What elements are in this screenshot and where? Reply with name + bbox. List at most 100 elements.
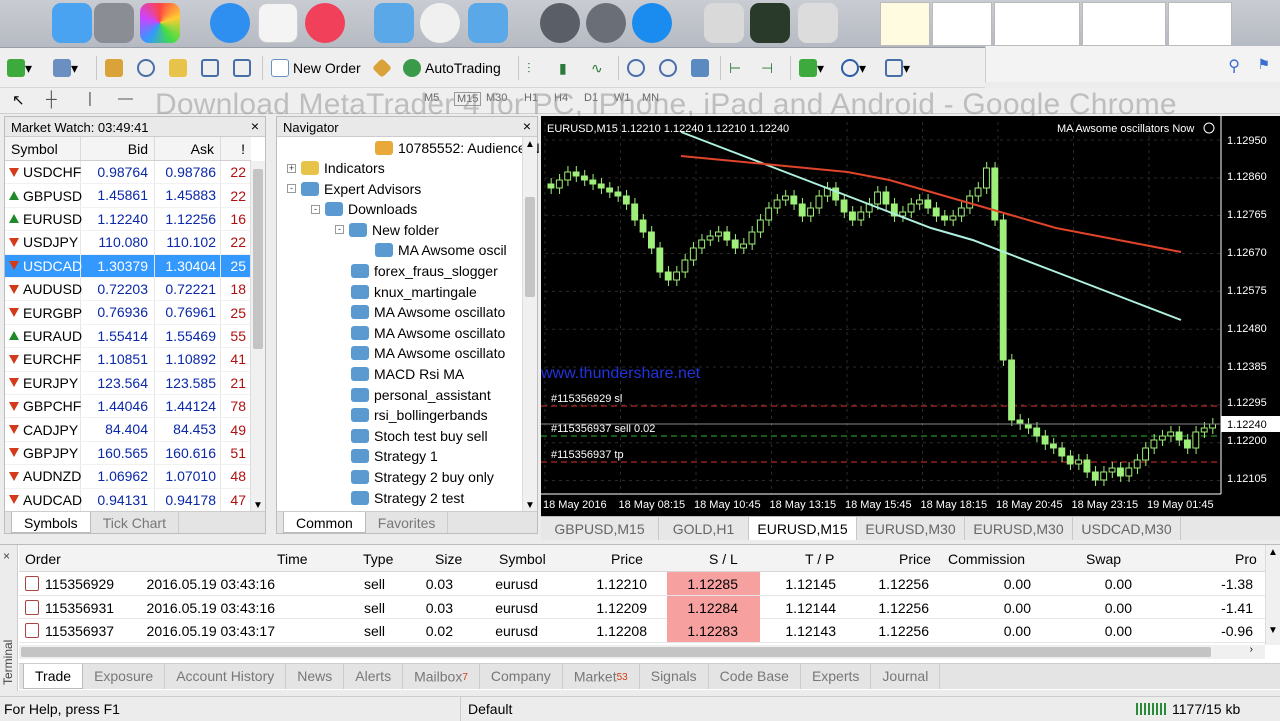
col-order[interactable]: Order <box>25 551 61 567</box>
terminal-tab-market[interactable]: Market53 <box>563 664 640 689</box>
terminal-button[interactable] <box>200 57 224 79</box>
navigator-item[interactable]: personal_assistant <box>335 385 491 405</box>
terminal-tab-account-history[interactable]: Account History <box>165 664 287 689</box>
indicators-button[interactable]: ▾ <box>798 57 832 79</box>
collapse-icon[interactable]: - <box>311 204 320 214</box>
thumbnail[interactable] <box>880 2 930 46</box>
data-window-button[interactable] <box>136 57 160 79</box>
col-current-price[interactable]: Price <box>899 551 931 567</box>
autotrading-button[interactable]: AutoTrading <box>402 57 512 79</box>
market-watch-button[interactable] <box>104 57 128 79</box>
bar-chart-button[interactable]: ⫶ <box>526 57 550 79</box>
navigator-item[interactable]: rsi_bollingerbands <box>335 405 488 425</box>
col-price[interactable]: Price <box>611 551 643 567</box>
zoom-out-icon[interactable] <box>658 57 682 79</box>
col-symbol[interactable]: Symbol <box>5 137 81 160</box>
tile-windows-button[interactable] <box>690 57 714 79</box>
chart-canvas[interactable]: #115356929 sl #115356937 sell 0.02 #115356… <box>540 116 1280 516</box>
chart-tab[interactable]: GOLD,H1 <box>659 517 749 540</box>
terminal-hscroll[interactable]: › <box>19 644 1265 659</box>
price-chart[interactable]: #115356929 sl #115356937 sell 0.02 #115356… <box>540 116 1280 516</box>
navigator-item[interactable]: MACD Rsi MA <box>335 364 464 384</box>
new-order-button[interactable]: New Order <box>270 57 370 79</box>
navigator-scrollbar[interactable]: ▲ ▼ <box>522 137 537 513</box>
market-row-eurusd[interactable]: EURUSD 1.12240 1.12256 16 <box>5 207 251 232</box>
terminal-tab-experts[interactable]: Experts <box>801 664 872 689</box>
vertical-line-icon[interactable]: | <box>88 90 92 107</box>
chart-tab[interactable]: EURUSD,M15 <box>749 517 857 540</box>
market-row-eurjpy[interactable]: EURJPY 123.564 123.585 21 <box>5 371 251 395</box>
tab-tick-chart[interactable]: Tick Chart <box>91 512 179 533</box>
market-row-eurgbp[interactable]: EURGBP 0.76936 0.76961 25 <box>5 301 251 325</box>
tab-common[interactable]: Common <box>283 512 366 533</box>
navigator-item[interactable]: MA Awsome oscil <box>359 240 507 260</box>
navigator-item[interactable]: knux_martingale <box>335 282 477 302</box>
zoom-in-icon[interactable] <box>626 57 650 79</box>
photos-icon[interactable] <box>140 3 180 43</box>
bookmark-icon[interactable]: ⚑ <box>1257 56 1270 73</box>
trash-icon[interactable] <box>798 3 838 43</box>
market-row-cadjpy[interactable]: CADJPY 84.404 84.453 49 <box>5 418 251 442</box>
terminal-tab-journal[interactable]: Journal <box>871 664 941 689</box>
market-watch-scrollbar[interactable]: ▼ <box>250 161 265 513</box>
terminal-tab-exposure[interactable]: Exposure <box>83 664 166 689</box>
autoscroll-button[interactable]: ⊣ <box>760 57 784 79</box>
preview-icon[interactable] <box>704 3 744 43</box>
profiles-button[interactable]: ▾ <box>52 57 90 79</box>
periods-button[interactable]: ▾ <box>840 57 874 79</box>
folder-icon[interactable] <box>374 3 414 43</box>
col-sl[interactable]: S / L <box>709 551 738 567</box>
col-symbol[interactable]: Symbol <box>499 551 546 567</box>
crossover-icon[interactable] <box>420 3 460 43</box>
textedit-icon[interactable] <box>258 3 298 43</box>
order-row[interactable]: 115356931 2016.05.19 03:43:16 sell 0.03 euru… <box>19 595 1265 619</box>
col-commission[interactable]: Commission <box>948 551 1025 567</box>
collapse-icon[interactable]: - <box>335 225 344 235</box>
navigator-item[interactable]: 10785552: Audience N <box>359 138 540 158</box>
market-row-gbpusd[interactable]: GBPUSD 1.45861 1.45883 22 <box>5 184 251 208</box>
terminal-tab-company[interactable]: Company <box>480 664 563 689</box>
search-icon[interactable]: ⚲ <box>1228 56 1240 76</box>
terminal-tab-signals[interactable]: Signals <box>640 664 709 689</box>
navigator-item[interactable]: - Downloads <box>311 199 417 219</box>
col-ask[interactable]: Ask <box>155 137 221 160</box>
metatrader-icon[interactable] <box>750 3 790 43</box>
col-swap[interactable]: Swap <box>1086 551 1121 567</box>
chart-shift-button[interactable]: ⊢ <box>728 57 752 79</box>
close-icon[interactable]: × <box>251 118 259 134</box>
col-size[interactable]: Size <box>435 551 462 567</box>
tab-symbols[interactable]: Symbols <box>11 512 91 533</box>
market-row-audnzd[interactable]: AUDNZD 1.06962 1.07010 48 <box>5 465 251 489</box>
col-tp[interactable]: T / P <box>805 551 834 567</box>
terminal-tab-mailbox[interactable]: Mailbox7 <box>403 664 480 689</box>
navigator-item[interactable]: Strategy 2 buy only <box>335 467 494 487</box>
navigator-item[interactable]: Strategy 2 test <box>335 488 464 508</box>
navigator-item[interactable]: forex_fraus_slogger <box>335 261 498 281</box>
order-row[interactable]: 115356937 2016.05.19 03:43:17 sell 0.02 euru… <box>19 619 1265 643</box>
finder-icon[interactable] <box>52 3 92 43</box>
col-type[interactable]: Type <box>363 551 393 567</box>
market-row-eurchf[interactable]: EURCHF 1.10851 1.10892 41 <box>5 348 251 372</box>
col-bid[interactable]: Bid <box>81 137 155 160</box>
metaeditor-button[interactable] <box>372 57 396 79</box>
music-icon[interactable] <box>305 3 345 43</box>
strategy-tester-button[interactable] <box>232 57 256 79</box>
thumbnail[interactable] <box>932 2 992 46</box>
chart-tab[interactable]: EURUSD,M30 <box>965 517 1073 540</box>
col-profit[interactable]: Pro <box>1235 551 1257 567</box>
expand-icon[interactable]: + <box>287 163 296 173</box>
navigator-item[interactable]: MA Awsome oscillato <box>335 323 505 343</box>
market-row-audusd[interactable]: AUDUSD 0.72203 0.72221 18 <box>5 278 251 302</box>
market-row-usdjpy[interactable]: USDJPY 110.080 110.102 22 <box>5 231 251 255</box>
terminal-tab-code-base[interactable]: Code Base <box>709 664 801 689</box>
market-row-euraud[interactable]: EURAUD 1.55414 1.55469 55 <box>5 324 251 349</box>
col-time[interactable]: Time <box>277 551 308 567</box>
close-icon[interactable]: × <box>3 549 10 685</box>
templates-button[interactable]: ▾ <box>884 57 918 79</box>
thumbnail[interactable] <box>1082 2 1166 46</box>
launchpad-icon[interactable] <box>586 3 626 43</box>
terminal-vscroll[interactable]: ▲ ▼ <box>1265 545 1280 645</box>
safari-icon[interactable] <box>210 3 250 43</box>
terminal-tab-trade[interactable]: Trade <box>23 664 84 689</box>
navigator-item[interactable]: MA Awsome oscillato <box>335 302 505 322</box>
